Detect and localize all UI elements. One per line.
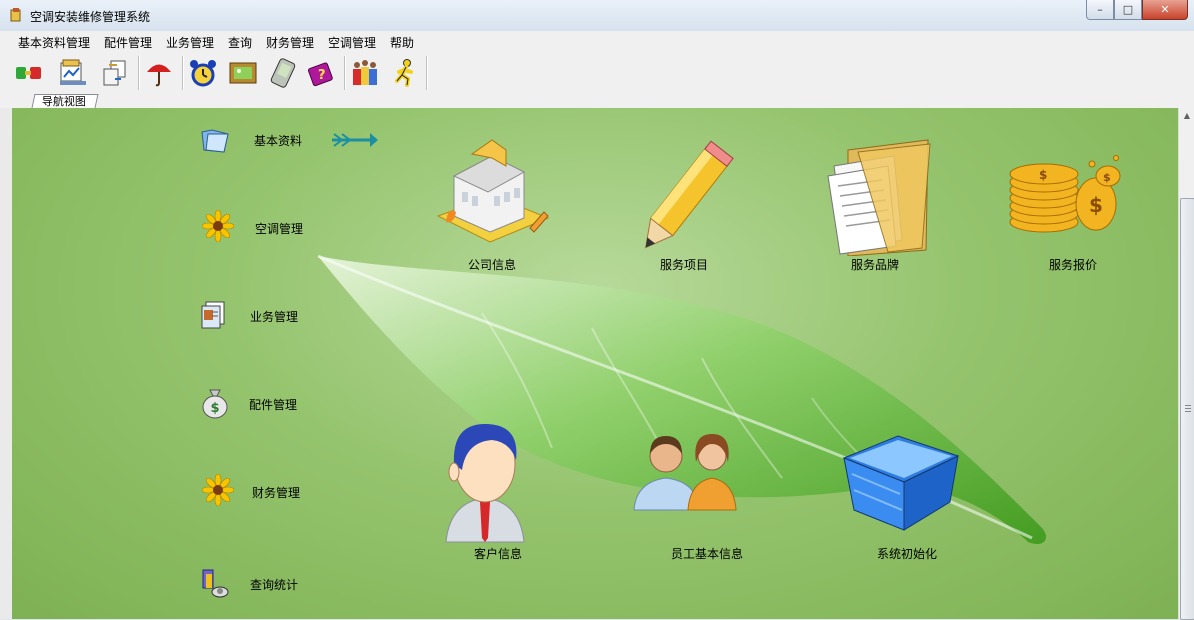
vertical-scrollbar[interactable]: ▲ [1178,108,1194,620]
nav-item-label: 业务管理 [250,310,299,324]
menu-parts[interactable]: 配件管理 [104,34,152,51]
scroll-up-icon[interactable]: ▲ [1180,108,1194,124]
nav-item-parts[interactable]: $ 配件管理 [198,386,318,422]
coins-icon[interactable]: $ $ $ [1006,152,1126,242]
arrow-icon [332,133,378,147]
toolbar-separator [182,56,184,90]
menu-finance[interactable]: 财务管理 [266,34,314,51]
toolbar-separator [426,56,428,90]
user-icon[interactable] [440,420,530,544]
money-bag-icon: $ [202,389,228,419]
tab-strip: 导航视图 [0,94,1194,109]
navigation-panel: 基本资料 空调管理 业务管理 $ 配件管理 财务管理 查询统计 公司信息 服务项… [12,108,1178,619]
scroll-thumb[interactable] [1180,198,1194,620]
menu-bar: 基本资料管理 配件管理 业务管理 查询 财务管理 空调管理 帮助 [0,31,1194,52]
document-chart-icon[interactable] [56,56,90,90]
title-bar: 空调安装维修管理系统 – □ ✕ [0,0,1194,32]
document-transfer-icon[interactable] [98,56,132,90]
picture-frame-icon[interactable] [226,56,260,90]
toolbar-separator [138,56,140,90]
nav-item-label: 空调管理 [255,222,304,236]
tile-service-brand-label[interactable]: 服务品牌 [851,256,899,273]
tab-nav-view-label: 导航视图 [41,95,86,108]
help-book-icon[interactable]: ? [304,56,338,90]
window-controls: – □ ✕ [1086,0,1188,20]
connection-icon[interactable] [12,56,46,90]
tile-employee-info-label[interactable]: 员工基本信息 [671,545,743,562]
blue-basket-icon[interactable] [834,430,964,536]
tile-customer-info-label[interactable]: 客户信息 [474,545,522,562]
menu-help[interactable]: 帮助 [390,34,414,51]
tile-company-info-label[interactable]: 公司信息 [468,256,516,273]
pda-icon[interactable] [266,56,300,90]
pencil-icon[interactable] [624,136,740,266]
app-icon [10,8,21,22]
toolbar-separator [344,56,346,90]
window-title: 空调安装维修管理系统 [30,10,151,24]
toolbar: ? [0,52,1194,94]
leaf-background-image [317,254,1047,545]
building-icon[interactable] [432,136,550,246]
flower-icon [202,210,234,242]
gift-people-icon[interactable] [348,56,382,90]
umbrella-icon[interactable] [142,56,176,90]
nav-item-aircon[interactable]: 空调管理 [202,210,322,246]
svg-text:$: $ [211,401,220,416]
svg-text:$: $ [1103,171,1111,184]
scroll-grip-icon [1185,405,1191,413]
flower-icon [202,474,234,506]
search-tools-icon [202,569,229,598]
nav-item-finance[interactable]: 财务管理 [202,474,322,510]
users-icon[interactable] [632,426,742,512]
maximize-button[interactable]: □ [1114,0,1142,20]
svg-text:$: $ [1039,168,1047,182]
alarm-clock-icon[interactable] [186,56,220,90]
tab-nav-view[interactable]: 导航视图 [31,94,99,108]
minimize-button[interactable]: – [1086,0,1114,20]
tile-service-items-label[interactable]: 服务项目 [660,256,708,273]
nav-item-basic-data[interactable]: 基本资料 [198,122,388,158]
menu-basic-data[interactable]: 基本资料管理 [18,34,90,51]
nav-item-label: 财务管理 [252,486,301,500]
nav-item-query-stats[interactable]: 查询统计 [198,566,318,602]
nav-item-label: 查询统计 [250,578,299,592]
folder-documents-icon[interactable] [818,136,938,256]
documents-icon [201,301,225,329]
svg-text:$: $ [1089,193,1103,217]
tile-system-init-label[interactable]: 系统初始化 [877,545,937,562]
nav-item-business[interactable]: 业务管理 [198,298,318,334]
svg-text:?: ? [318,68,326,83]
close-button[interactable]: ✕ [1142,0,1188,20]
tile-service-quote-label[interactable]: 服务报价 [1049,256,1097,273]
nav-item-label: 配件管理 [249,398,298,412]
exit-runner-icon[interactable] [388,56,422,90]
folder-icon [201,129,229,153]
nav-item-label: 基本资料 [254,134,303,148]
menu-query[interactable]: 查询 [228,34,252,51]
menu-aircon[interactable]: 空调管理 [328,34,376,51]
menu-business[interactable]: 业务管理 [166,34,214,51]
